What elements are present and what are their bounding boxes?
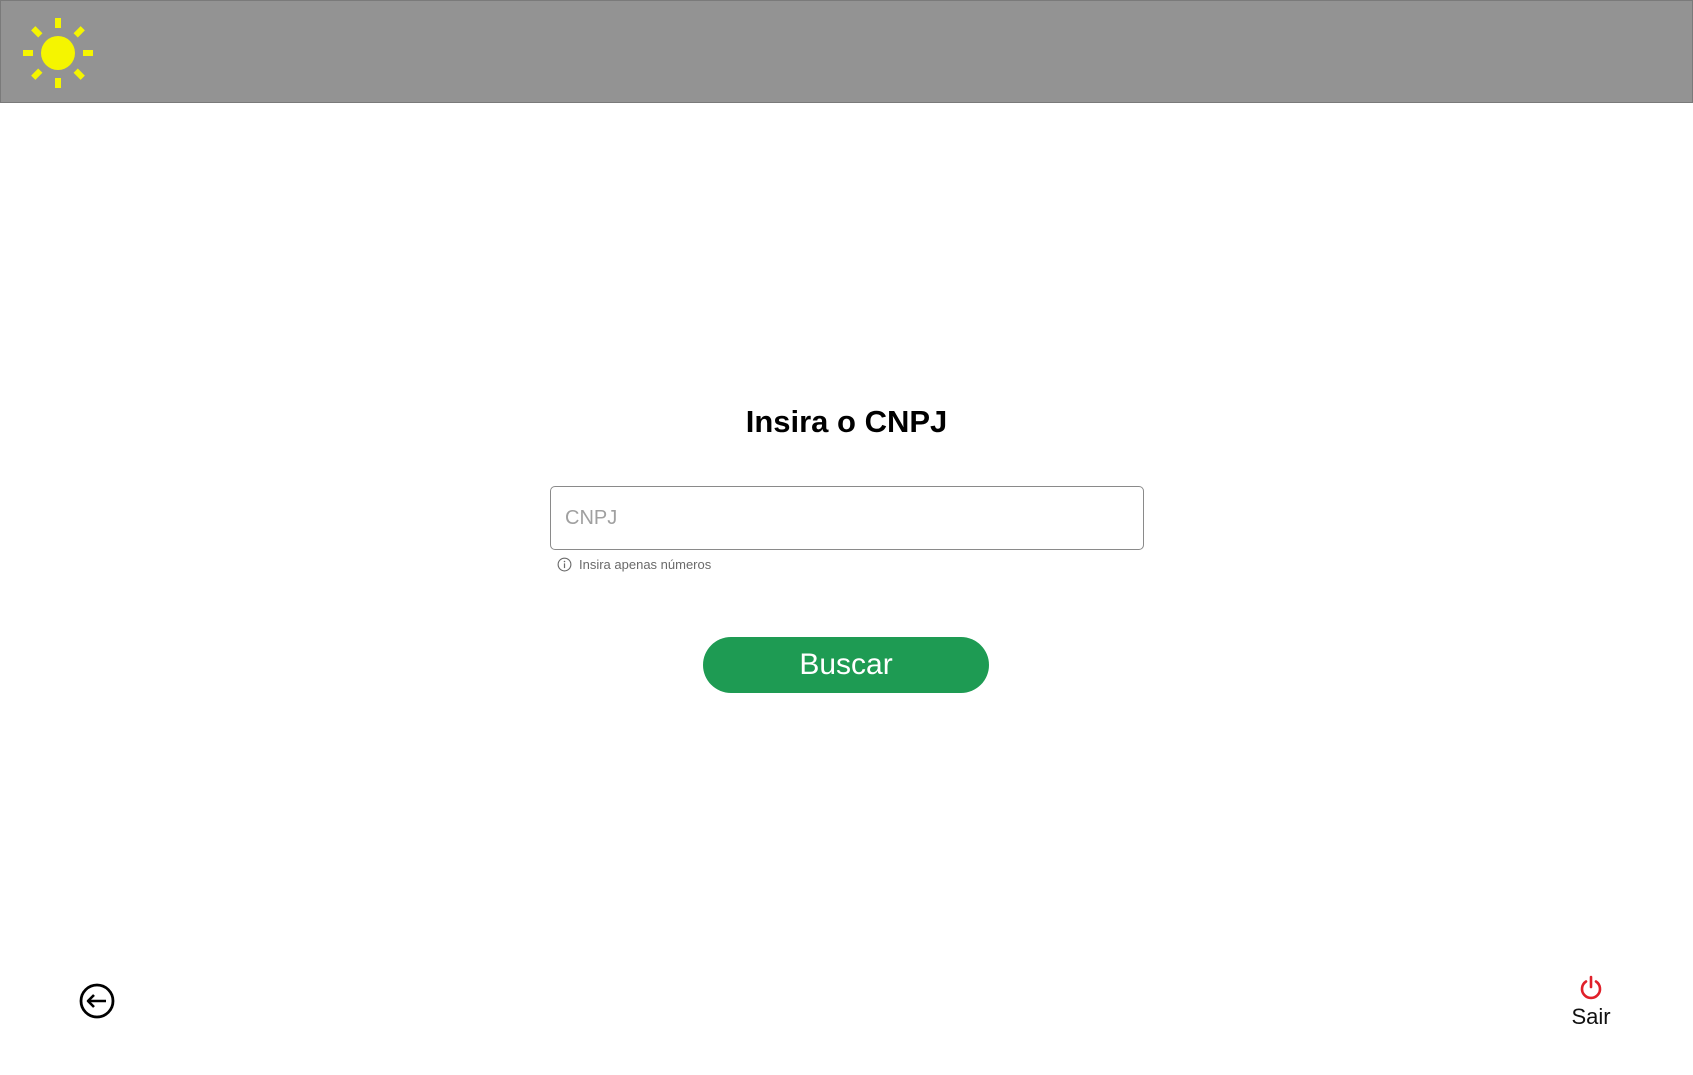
- buscar-button[interactable]: Buscar: [703, 637, 989, 693]
- cnpj-input[interactable]: [550, 486, 1144, 550]
- cnpj-hint-text: Insira apenas números: [579, 557, 712, 572]
- page-title: Insira o CNPJ: [745, 404, 948, 439]
- sun-icon: [23, 18, 93, 88]
- logout-button[interactable]: Sair: [1556, 974, 1626, 1030]
- arrow-left-circle-icon[interactable]: [78, 982, 116, 1020]
- info-icon: [557, 557, 572, 572]
- power-icon: [1580, 975, 1602, 1000]
- app-header: [0, 0, 1693, 103]
- logout-label: Sair: [1571, 1004, 1611, 1029]
- cnpj-hint: Insira apenas números: [557, 557, 711, 572]
